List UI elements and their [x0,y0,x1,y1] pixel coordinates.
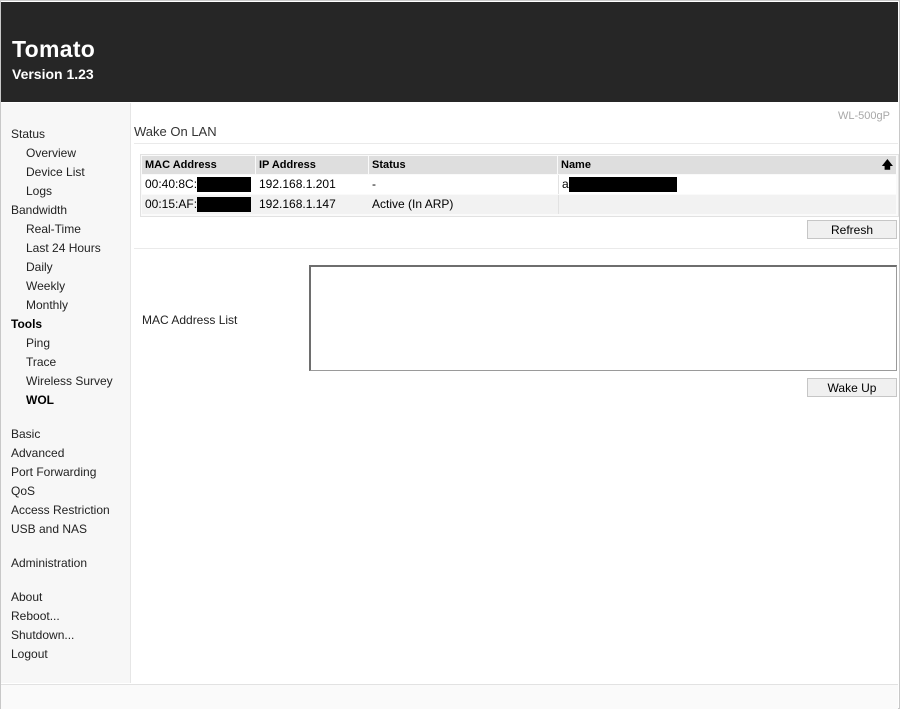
status-cell: - [372,177,376,191]
sidebar-item-status[interactable]: Status [11,127,45,141]
sidebar-item-overview[interactable]: Overview [26,146,76,160]
sidebar-item-tools[interactable]: Tools [11,317,42,331]
sidebar-item-wol[interactable]: WOL [26,393,54,407]
divider [134,248,898,249]
sidebar-item-basic[interactable]: Basic [11,427,40,441]
device-table: MAC Address IP Address Status Name 🡅 00:… [140,154,899,217]
sidebar-item-device-list[interactable]: Device List [26,165,85,179]
sidebar-item-daily[interactable]: Daily [26,260,53,274]
redaction-block [568,177,677,193]
ip-cell: 192.168.1.201 [259,177,336,191]
sidebar-item-last-24-hours[interactable]: Last 24 Hours [26,241,101,255]
name-cell [558,195,896,214]
router-model: WL-500gP [838,110,890,122]
app-title: Tomato [12,36,96,62]
sidebar-item-about[interactable]: About [11,590,42,604]
name-cell: a [562,177,569,191]
redaction-block [197,197,252,213]
sidebar-item-logout[interactable]: Logout [11,647,48,661]
redaction-block [197,177,252,193]
sidebar-item-access-restriction[interactable]: Access Restriction [11,503,110,517]
footer [1,684,898,709]
table-row[interactable]: 00:15:AF: 192.168.1.147 Active (In ARP) [142,195,896,214]
sidebar-item-advanced[interactable]: Advanced [11,446,64,460]
mac-cell: 00:40:8C: [145,177,198,191]
sidebar-item-bandwidth[interactable]: Bandwidth [11,203,67,217]
sidebar-item-trace[interactable]: Trace [26,355,56,369]
sidebar-item-port-forwarding[interactable]: Port Forwarding [11,465,96,479]
table-row[interactable]: 00:40:8C: 192.168.1.201 - a [142,175,896,194]
sidebar-item-weekly[interactable]: Weekly [26,279,65,293]
wake-up-button[interactable]: Wake Up [807,378,897,397]
sidebar-item-qos[interactable]: QoS [11,484,35,498]
page-title: Wake On LAN [134,124,217,139]
sidebar-item-wireless-survey[interactable]: Wireless Survey [26,374,113,388]
mac-address-list-label: MAC Address List [142,313,238,327]
header-banner: Tomato Version 1.23 [1,2,898,102]
column-header-ip[interactable]: IP Address [256,156,368,174]
sidebar-nav: Status Overview Device List Logs Bandwid… [1,103,131,683]
status-cell: Active (In ARP) [372,197,454,211]
sidebar-item-administration[interactable]: Administration [11,556,87,570]
sidebar-item-monthly[interactable]: Monthly [26,298,68,312]
column-header-mac[interactable]: MAC Address [142,156,255,174]
ip-cell: 192.168.1.147 [259,197,336,211]
sidebar-item-usb-and-nas[interactable]: USB and NAS [11,522,87,536]
column-header-status[interactable]: Status [369,156,557,174]
mac-cell: 00:15:AF: [145,197,198,211]
divider [134,143,898,144]
sidebar-item-logs[interactable]: Logs [26,184,52,198]
refresh-button[interactable]: Refresh [807,220,897,239]
app-version: Version 1.23 [12,66,94,82]
sidebar-item-reboot[interactable]: Reboot... [11,609,60,623]
sidebar-item-real-time[interactable]: Real-Time [26,222,81,236]
mac-address-list-input[interactable] [309,265,897,371]
column-header-name: Name [561,159,591,171]
sort-ascending-icon: 🡅 [881,159,893,171]
sidebar-item-shutdown[interactable]: Shutdown... [11,628,74,642]
column-header-name-cell[interactable]: Name 🡅 [558,156,896,174]
sidebar-item-ping[interactable]: Ping [26,336,50,350]
